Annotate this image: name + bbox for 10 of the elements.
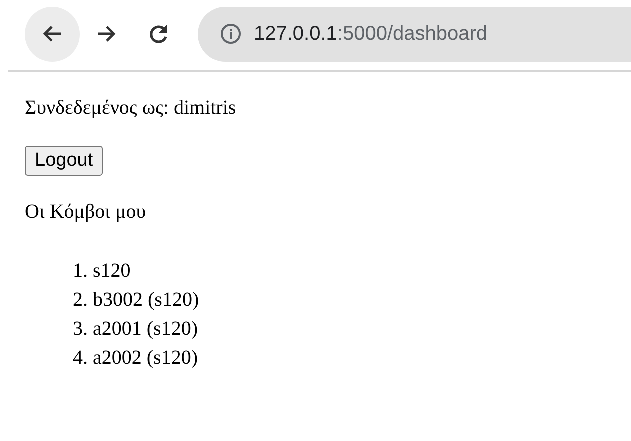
nodes-heading: Οι Κόμβοι μου	[25, 200, 148, 224]
node-list-item: 1. s120	[73, 259, 131, 284]
node-list-item: 3. a2001 (s120)	[73, 317, 198, 342]
logout-button[interactable]: Logout	[25, 146, 104, 176]
node-list-item: 4. a2002 (s120)	[73, 346, 198, 371]
url-text: 127.0.0.1:5000/dashboard	[254, 22, 488, 46]
logged-in-text: Συνδεδεμένος ως: dimitris	[25, 96, 238, 120]
address-bar[interactable]: 127.0.0.1:5000/dashboard	[198, 6, 631, 62]
node-list-item: 2. b3002 (s120)	[73, 288, 200, 313]
info-icon	[220, 23, 242, 45]
